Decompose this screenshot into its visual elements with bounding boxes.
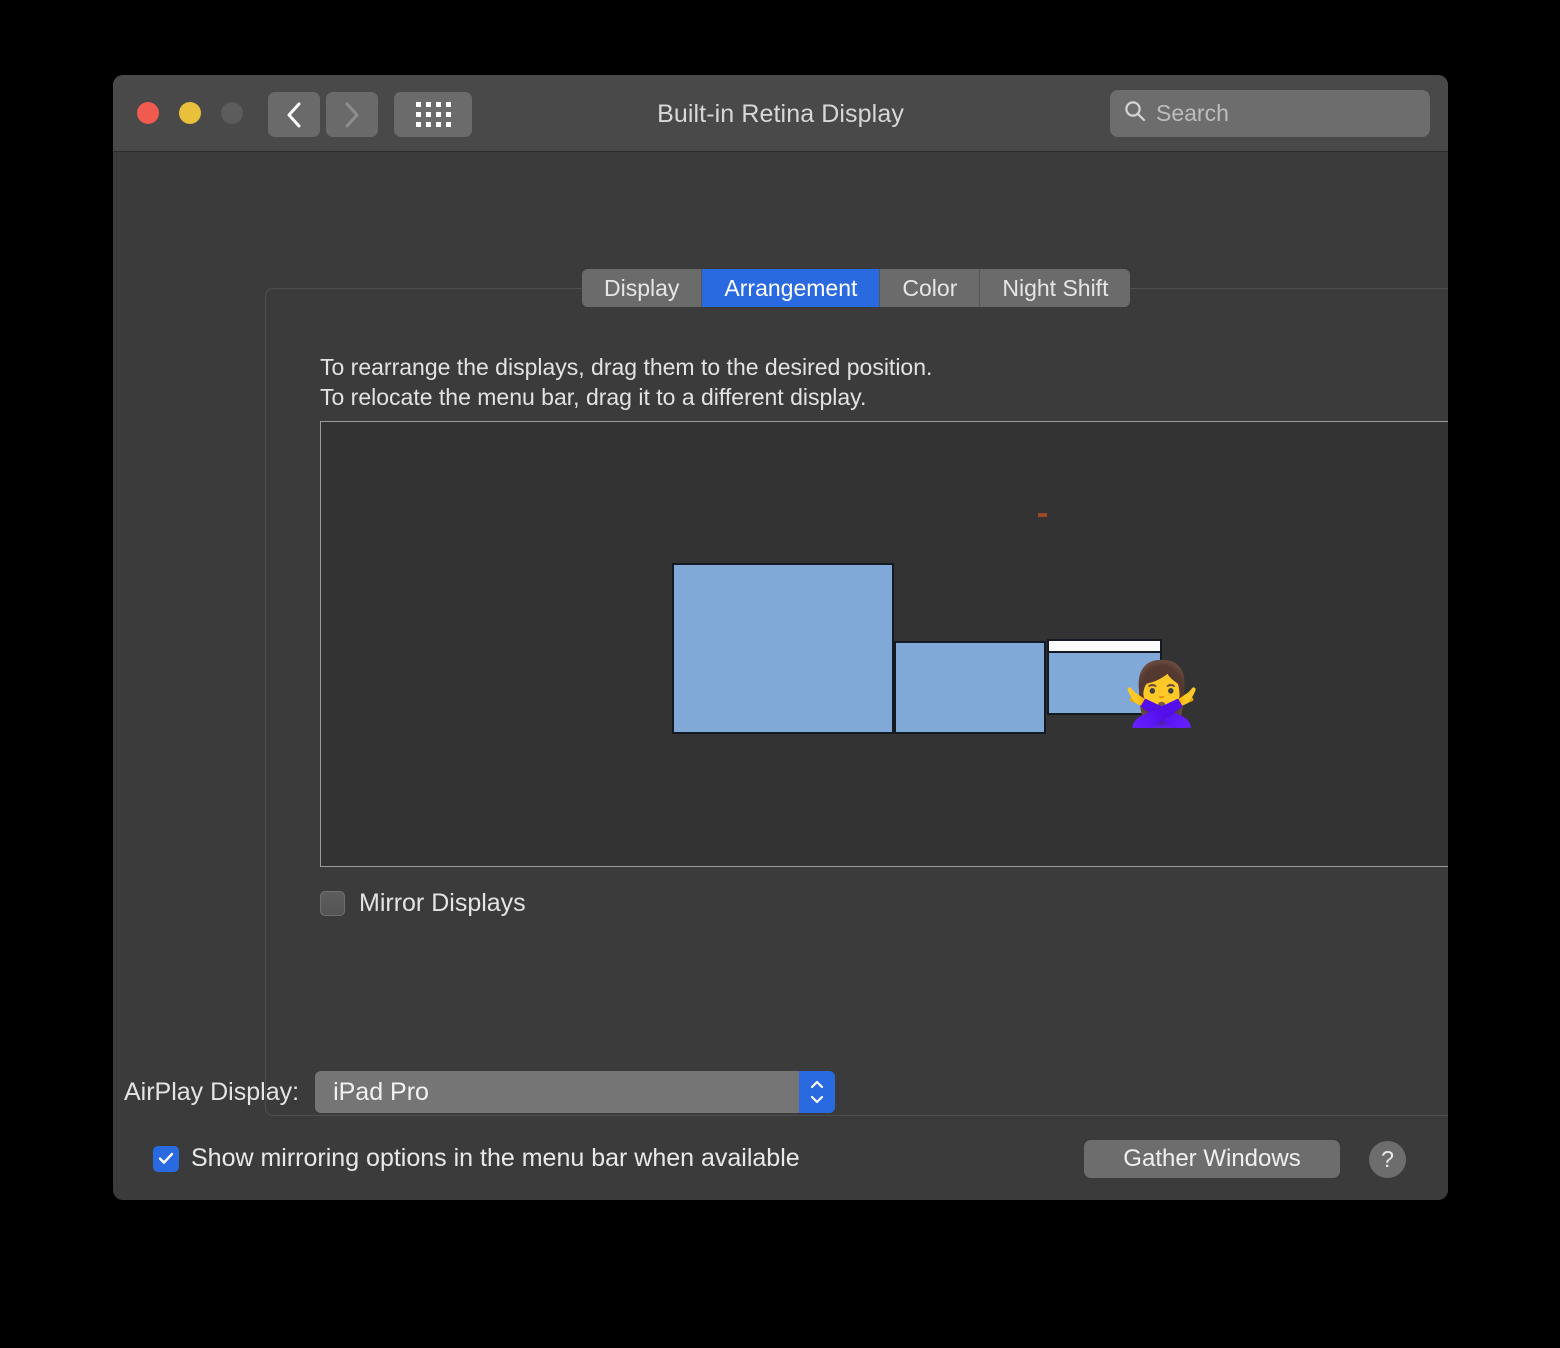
airplay-display-value: iPad Pro [333,1077,429,1106]
display-arrangement-canvas[interactable]: 🙅‍♀️ [320,421,1448,867]
show-mirroring-row[interactable]: Show mirroring options in the menu bar w… [153,1144,800,1173]
instructions-line-1: To rearrange the displays, drag them to … [320,354,933,380]
mirror-displays-label: Mirror Displays [359,889,526,917]
tab-night-shift[interactable]: Night Shift [980,269,1131,307]
tab-bar: Display Arrangement Color Night Shift [582,269,1131,307]
gather-windows-button[interactable]: Gather Windows [1084,1140,1340,1178]
system-preferences-window: Built-in Retina Display Search Display A… [113,75,1448,1200]
instructions-line-2: To relocate the menu bar, drag it to a d… [320,384,867,410]
woman-gesturing-no-emoji: 🙅‍♀️ [1123,660,1201,729]
airplay-display-popup[interactable]: iPad Pro [315,1071,836,1113]
tab-color[interactable]: Color [880,269,981,307]
arrangement-panel: To rearrange the displays, drag them to … [265,288,1448,1116]
tab-arrangement[interactable]: Arrangement [702,269,881,307]
airplay-display-row: AirPlay Display: iPad Pro [124,1071,836,1113]
show-mirroring-checkbox[interactable] [153,1145,179,1172]
display-tile-second[interactable] [894,641,1046,734]
search-icon [1124,100,1146,127]
search-placeholder: Search [1156,100,1229,126]
airplay-display-label: AirPlay Display: [124,1077,300,1106]
menu-bar-strip[interactable] [1049,641,1160,653]
show-mirroring-label: Show mirroring options in the menu bar w… [191,1144,800,1172]
canvas-artifact [1038,513,1047,517]
help-button[interactable]: ? [1369,1141,1406,1178]
instructions-text: To rearrange the displays, drag them to … [320,352,932,412]
display-tile-main[interactable] [672,563,894,734]
mirror-displays-row[interactable]: Mirror Displays [320,889,526,918]
mirror-displays-checkbox[interactable] [320,891,345,916]
tab-display[interactable]: Display [582,269,703,307]
chevron-up-down-icon[interactable] [799,1071,836,1113]
search-field[interactable]: Search [1110,90,1430,137]
window-titlebar: Built-in Retina Display Search [113,75,1448,152]
